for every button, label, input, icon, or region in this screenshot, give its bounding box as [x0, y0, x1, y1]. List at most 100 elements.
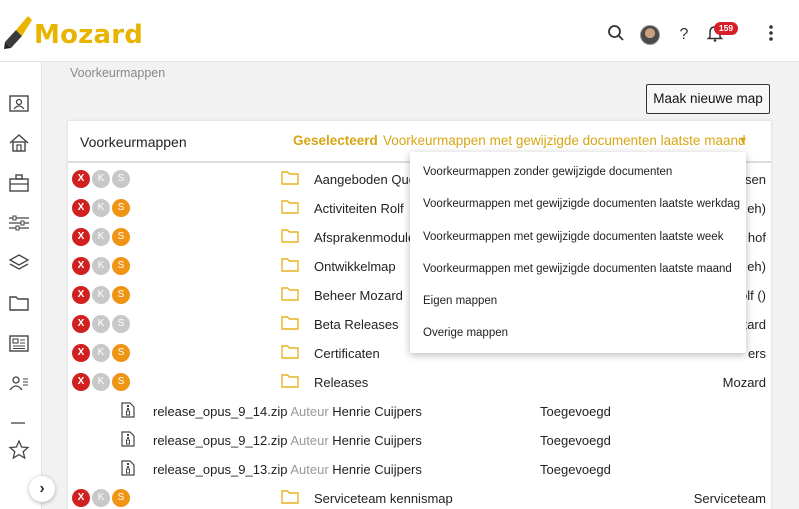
dropdown-option[interactable]: Voorkeurmappen met gewijzigde documenten… — [423, 231, 723, 243]
x-status-dot[interactable]: X — [72, 373, 90, 391]
panel-title: Voorkeurmappen — [80, 134, 187, 150]
k-status-dot[interactable]: K — [92, 170, 110, 188]
s-status-dot[interactable]: S — [112, 199, 130, 217]
s-status-dot[interactable]: S — [112, 228, 130, 246]
k-status-dot[interactable]: K — [92, 344, 110, 362]
folder-icon — [281, 345, 299, 359]
folder-icon — [281, 287, 299, 301]
file-name-line: release_opus_9_14.zip Auteur Henrie Cuij… — [153, 404, 422, 419]
folder-name[interactable]: Certificaten — [314, 346, 380, 361]
s-status-dot[interactable]: S — [112, 315, 130, 333]
k-status-dot[interactable]: K — [92, 373, 110, 391]
folder-icon — [281, 258, 299, 272]
folder-owner: hof — [747, 230, 766, 245]
breadcrumb[interactable]: Voorkeurmappen — [70, 66, 165, 80]
s-status-dot[interactable]: S — [112, 489, 130, 507]
file-row[interactable]: release_opus_9_14.zip Auteur Henrie Cuij… — [68, 397, 771, 426]
file-name[interactable]: release_opus_9_12.zip — [153, 433, 287, 448]
added-label: Toegevoegd — [540, 462, 611, 477]
author-label: Auteur — [290, 462, 329, 477]
folder-name[interactable]: Aangeboden Que — [314, 172, 416, 187]
folder-icon — [281, 171, 299, 185]
folder-name[interactable]: Beheer Mozard — [314, 288, 403, 303]
logo-text: Mozard — [34, 20, 144, 50]
search-icon[interactable] — [607, 24, 625, 42]
s-status-dot[interactable]: S — [112, 286, 130, 304]
briefcase-icon[interactable] — [8, 172, 30, 194]
s-status-dot[interactable]: S — [112, 344, 130, 362]
more-vertical-icon[interactable] — [762, 24, 780, 42]
folder-owner: Serviceteam — [693, 491, 766, 506]
x-status-dot[interactable]: X — [72, 199, 90, 217]
folder-owner: eh) — [747, 201, 766, 216]
x-status-dot[interactable]: X — [72, 489, 90, 507]
x-status-dot[interactable]: X — [72, 257, 90, 275]
layers-icon[interactable] — [8, 252, 30, 274]
dropdown-option[interactable]: Overige mappen — [423, 327, 508, 339]
folder-row[interactable]: X K S Releases Mozard — [68, 368, 771, 397]
x-status-dot[interactable]: X — [72, 170, 90, 188]
filter-select[interactable]: Voorkeurmappen met gewijzigde documenten… — [383, 133, 745, 148]
notification-badge: 159 — [714, 22, 738, 35]
k-status-dot[interactable]: K — [92, 315, 110, 333]
author-label: Auteur — [290, 404, 329, 419]
dropdown-option[interactable]: Eigen mappen — [423, 295, 497, 307]
k-status-dot[interactable]: K — [92, 489, 110, 507]
x-status-dot[interactable]: X — [72, 286, 90, 304]
dropdown-option[interactable]: Voorkeurmappen zonder gewijzigde documen… — [423, 166, 672, 178]
avatar[interactable] — [640, 25, 660, 45]
mozard-logo[interactable]: Mozard — [2, 6, 143, 58]
chevron-right-icon[interactable]: › — [29, 476, 55, 502]
file-name[interactable]: release_opus_9_14.zip — [153, 404, 287, 419]
file-row[interactable]: release_opus_9_12.zip Auteur Henrie Cuij… — [68, 426, 771, 455]
folder-name[interactable]: Releases — [314, 375, 368, 390]
zip-file-icon — [121, 402, 135, 418]
author-name: Henrie Cuijpers — [332, 404, 422, 419]
home-icon[interactable] — [8, 132, 30, 154]
star-icon[interactable] — [8, 439, 30, 461]
file-row[interactable]: release_opus_9_13.zip Auteur Henrie Cuij… — [68, 455, 771, 484]
new-folder-button[interactable]: Maak nieuwe map — [646, 84, 770, 114]
help-icon[interactable]: ? — [675, 24, 693, 42]
x-status-dot[interactable]: X — [72, 315, 90, 333]
file-name[interactable]: release_opus_9_13.zip — [153, 462, 287, 477]
folder-name[interactable]: Afsprakenmodule — [314, 230, 415, 245]
divider — [11, 422, 25, 424]
folder-owner: sen — [745, 172, 766, 187]
logo-mark-icon — [4, 16, 32, 49]
folder-icon — [281, 200, 299, 214]
added-label: Toegevoegd — [540, 404, 611, 419]
file-name-line: release_opus_9_13.zip Auteur Henrie Cuij… — [153, 462, 422, 477]
folder-owner: ers — [747, 346, 766, 361]
s-status-dot[interactable]: S — [112, 170, 130, 188]
sliders-icon[interactable] — [8, 212, 30, 234]
users-icon[interactable] — [8, 372, 30, 394]
folder-icon — [281, 229, 299, 243]
x-status-dot[interactable]: X — [72, 344, 90, 362]
s-status-dot[interactable]: S — [112, 257, 130, 275]
top-bar: Mozard ? 159 — [0, 0, 799, 62]
k-status-dot[interactable]: K — [92, 257, 110, 275]
folder-row[interactable]: X K S Serviceteam kennismap Serviceteam — [68, 484, 771, 509]
sidebar — [0, 62, 42, 509]
folder-name[interactable]: Activiteiten Rolf — [314, 201, 404, 216]
folder-name[interactable]: Ontwikkelmap — [314, 259, 396, 274]
dropdown-option[interactable]: Voorkeurmappen met gewijzigde documenten… — [423, 263, 732, 275]
added-label: Toegevoegd — [540, 433, 611, 448]
folder-icon[interactable] — [8, 292, 30, 314]
dropdown-option[interactable]: Voorkeurmappen met gewijzigde documenten… — [423, 198, 740, 210]
s-status-dot[interactable]: S — [112, 373, 130, 391]
contact-card-icon[interactable] — [8, 92, 30, 114]
filter-dropdown: Voorkeurmappen zonder gewijzigde documen… — [410, 152, 746, 353]
svg-text:?: ? — [680, 26, 689, 42]
folder-name[interactable]: Beta Releases — [314, 317, 399, 332]
k-status-dot[interactable]: K — [92, 199, 110, 217]
newspaper-icon[interactable] — [8, 332, 30, 354]
k-status-dot[interactable]: K — [92, 286, 110, 304]
k-status-dot[interactable]: K — [92, 228, 110, 246]
x-status-dot[interactable]: X — [72, 228, 90, 246]
folder-icon — [281, 490, 299, 504]
folder-owner: Mozard — [722, 375, 766, 390]
chevron-down-icon[interactable]: ▾ — [740, 133, 746, 147]
folder-name[interactable]: Serviceteam kennismap — [314, 491, 453, 506]
